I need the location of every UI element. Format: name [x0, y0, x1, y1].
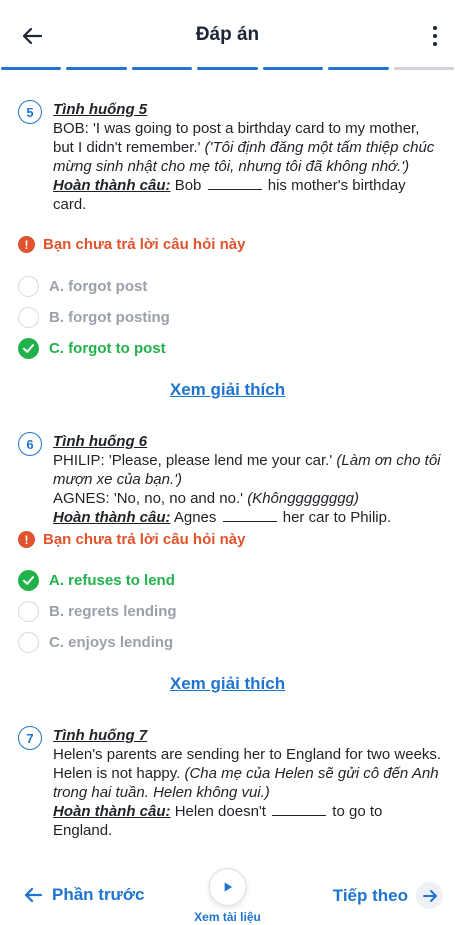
arrow-left-icon: [24, 887, 43, 903]
more-options-button[interactable]: [429, 22, 441, 50]
radio-empty-icon: [18, 601, 39, 622]
check-icon: [18, 338, 39, 359]
radio-empty-icon: [18, 632, 39, 653]
radio-empty-icon: [18, 307, 39, 328]
more-vertical-icon: [433, 26, 437, 30]
alert-icon: !: [18, 531, 35, 548]
question-5: 5 Tình huống 5 BOB: 'I was going to post…: [18, 100, 443, 214]
option-c[interactable]: C. enjoys lending: [18, 632, 173, 653]
blank-line: [222, 510, 277, 522]
question-7: 7 Tình huống 7 Helen's parents are sendi…: [18, 726, 443, 840]
option-a[interactable]: A. refuses to lend: [18, 570, 175, 591]
bottom-navigation: Phần trước Xem tài liệu Tiếp theo: [0, 860, 455, 925]
blank-line: [207, 178, 262, 190]
check-icon: [18, 570, 39, 591]
play-icon: [224, 882, 232, 892]
answer-list[interactable]: 5 Tình huống 5 BOB: 'I was going to post…: [0, 70, 455, 860]
complete-sentence: Hoàn thành câu: Agnes her car to Philip.: [53, 509, 392, 526]
arrow-right-icon: [422, 889, 437, 902]
radio-empty-icon: [18, 276, 39, 297]
complete-sentence: Hoàn thành câu: Helen doesn't to go to E…: [53, 803, 383, 839]
unanswered-warning: ! Bạn chưa trả lời câu hỏi này: [18, 236, 245, 253]
question-number-badge: 5: [18, 100, 42, 124]
question-text: AGNES: 'No, no, no and no.' (Khônggggggg…: [53, 490, 359, 507]
app-header: Đáp án: [0, 0, 455, 70]
question-number-badge: 7: [18, 726, 42, 750]
view-explanation-link[interactable]: Xem giải thích: [0, 674, 455, 694]
next-button[interactable]: Tiếp theo: [333, 882, 443, 909]
view-explanation-link[interactable]: Xem giải thích: [0, 380, 455, 400]
question-number-badge: 6: [18, 432, 42, 456]
option-b[interactable]: B. forgot posting: [18, 307, 170, 328]
alert-icon: !: [18, 236, 35, 253]
complete-sentence: Hoàn thành câu: Bob his mother's birthda…: [53, 177, 406, 213]
page-title: Đáp án: [195, 24, 260, 45]
question-6: 6 Tình huống 6 PHILIP: 'Please, please l…: [18, 432, 443, 527]
option-c[interactable]: C. forgot to post: [18, 338, 166, 359]
view-document-button[interactable]: Xem tài liệu: [194, 868, 261, 924]
question-title: Tình huống 6: [53, 433, 148, 450]
question-text: PHILIP: 'Please, please lend me your car…: [53, 452, 441, 488]
option-b[interactable]: B. regrets lending: [18, 601, 177, 622]
blank-line: [272, 804, 327, 816]
option-a[interactable]: A. forgot post: [18, 276, 147, 297]
question-title: Tình huống 7: [53, 727, 148, 744]
question-text: Helen's parents are sending her to Engla…: [53, 746, 442, 801]
previous-button[interactable]: Phần trước: [22, 884, 144, 906]
question-text: BOB: 'I was going to post a birthday car…: [53, 120, 435, 175]
unanswered-warning: ! Bạn chưa trả lời câu hỏi này: [18, 531, 245, 548]
question-title: Tình huống 5: [53, 101, 148, 118]
